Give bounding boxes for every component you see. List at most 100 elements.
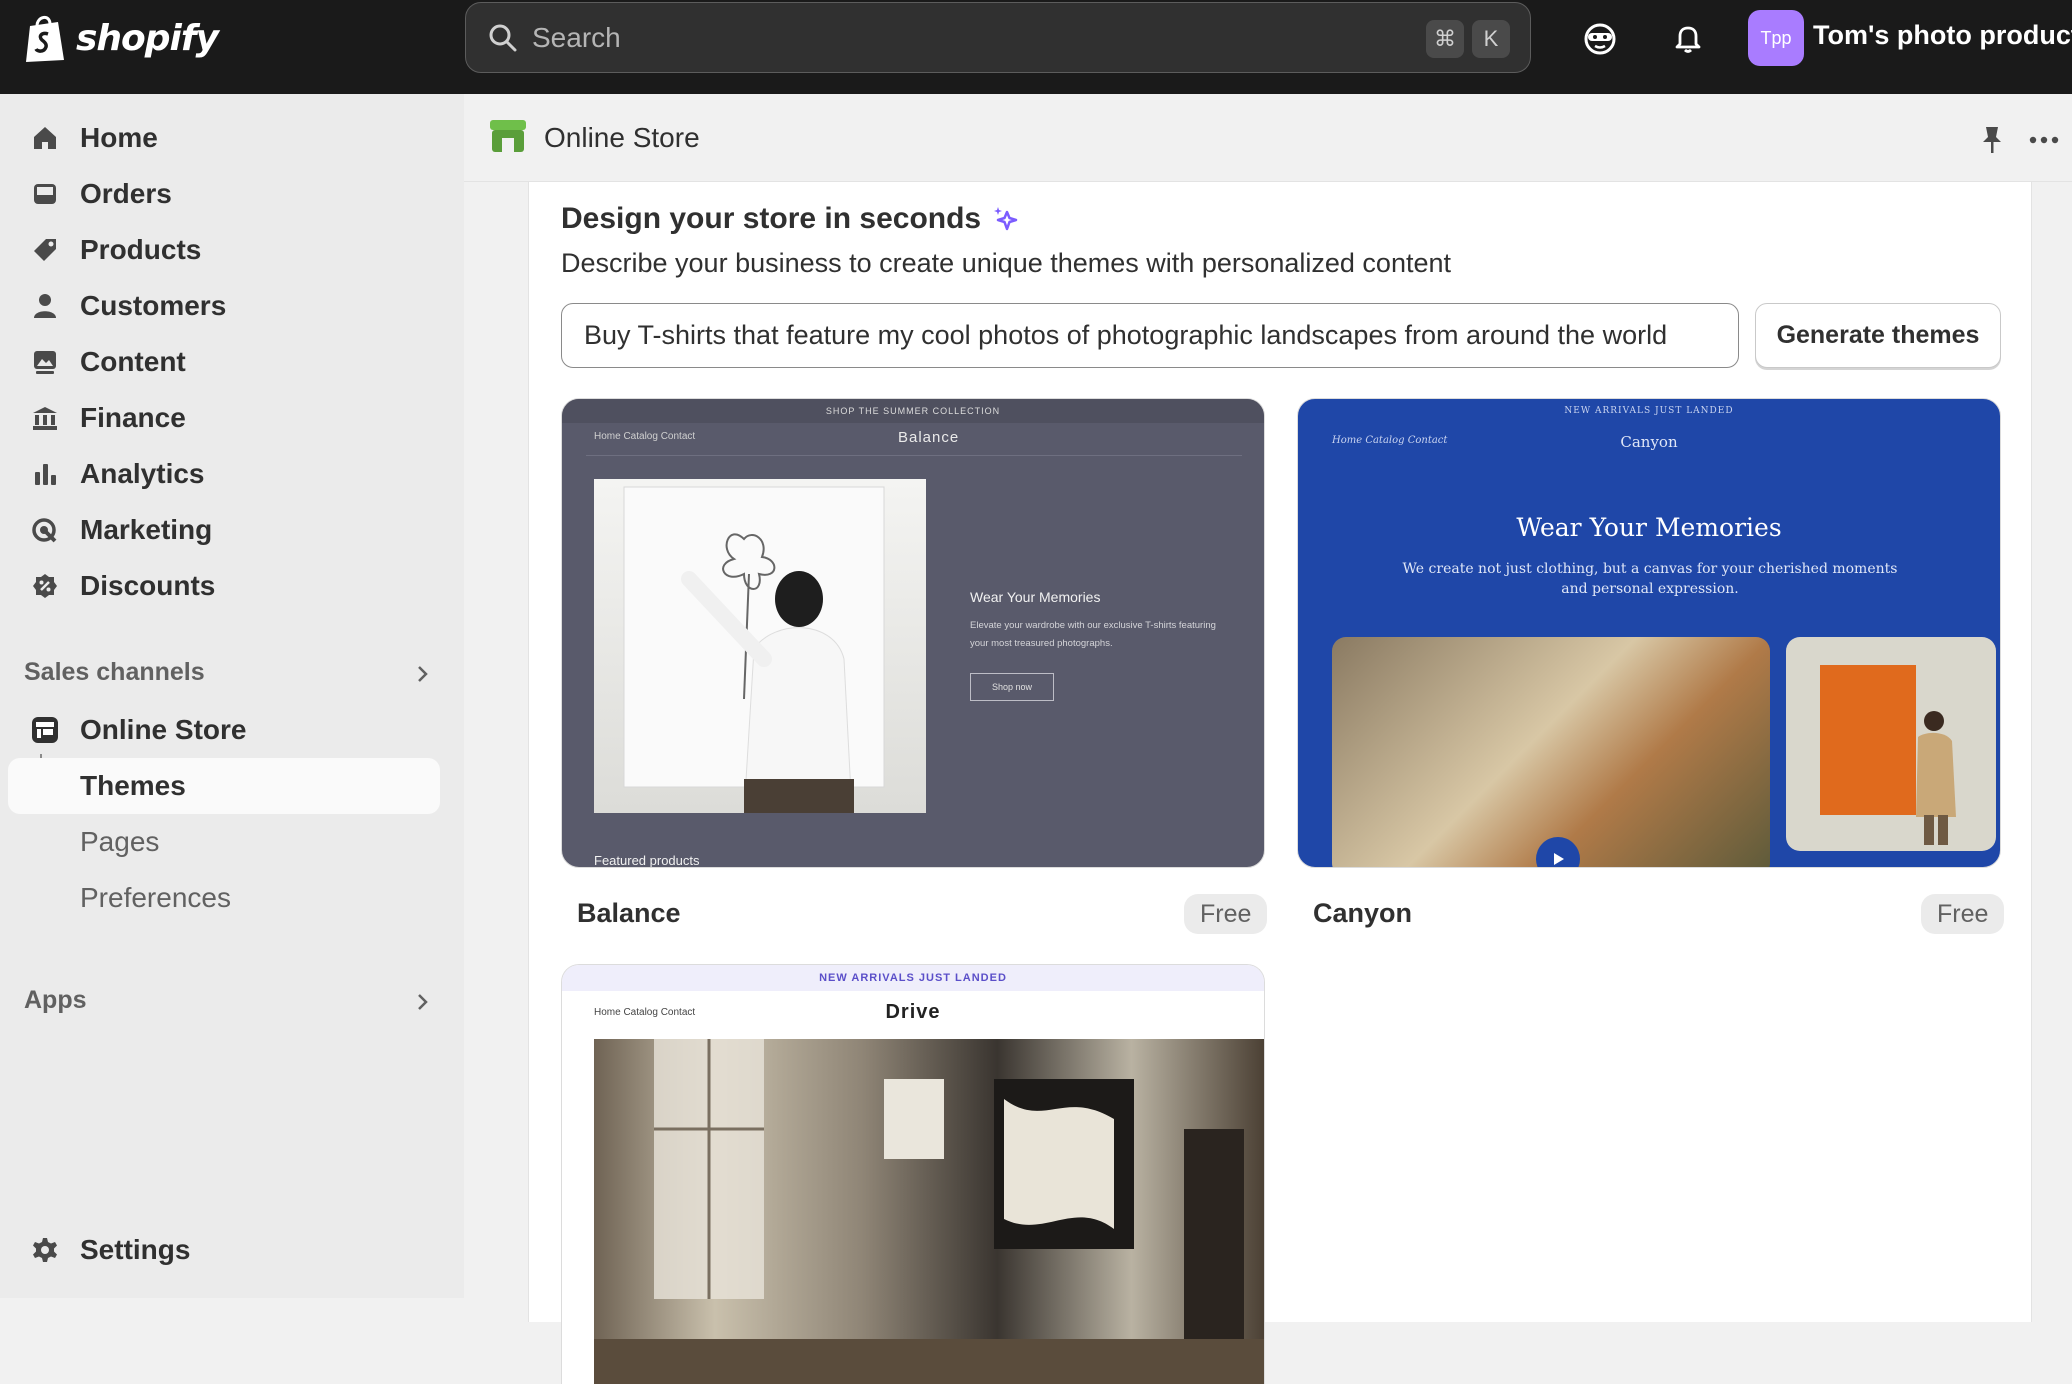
sidebar-item-orders[interactable]: Orders <box>8 166 440 222</box>
design-title: Design your store in seconds <box>561 202 1021 236</box>
theme-name-balance[interactable]: Balance <box>577 898 681 929</box>
sparkle-icon <box>994 207 1018 231</box>
design-description: Describe your business to create unique … <box>561 248 1451 278</box>
design-store-card: Design your store in seconds Describe yo… <box>528 182 2032 1384</box>
sidebar-item-marketing[interactable]: Marketing <box>8 502 440 558</box>
sidebar: Home Orders Products Customers Content F… <box>0 94 464 1298</box>
sidebar-item-label: Home <box>80 122 158 153</box>
theme-preview-drive[interactable]: NEW ARRIVALS JUST LANDED Home Catalog Co… <box>561 964 1265 1384</box>
tag-icon <box>30 235 60 265</box>
shopify-logo[interactable]: shopify <box>22 12 219 64</box>
preview-divider <box>586 455 1242 456</box>
online-store-icon <box>490 120 526 152</box>
preview-announcement: NEW ARRIVALS JUST LANDED <box>562 965 1264 991</box>
sidebar-item-label: Customers <box>80 290 227 321</box>
sidebar-item-label: Themes <box>80 770 186 801</box>
sidekick-button[interactable] <box>1580 18 1620 58</box>
sidebar-item-pages[interactable]: Pages <box>8 814 440 870</box>
preview-brand: Drive <box>885 1001 941 1023</box>
sidebar-item-label: Finance <box>80 402 186 433</box>
sidebar-item-label: Content <box>80 346 186 377</box>
preview-hero-photo <box>594 479 926 814</box>
play-icon <box>1554 853 1564 865</box>
sidebar-item-label: Analytics <box>80 458 205 489</box>
target-icon <box>30 515 60 545</box>
preview-room-photo <box>594 1039 1264 1384</box>
top-bar: shopify Search ⌘ K Tpp Tom's photo produ… <box>0 0 2072 94</box>
sidebar-item-customers[interactable]: Customers <box>8 278 440 334</box>
sidebar-item-label: Online Store <box>80 714 247 745</box>
sidebar-item-settings[interactable]: Settings <box>8 1222 440 1278</box>
generate-themes-button[interactable]: Generate themes <box>1755 303 2001 368</box>
store-icon <box>30 715 60 745</box>
sidebar-item-label: Settings <box>80 1234 191 1265</box>
design-title-text: Design your store in seconds <box>561 202 982 235</box>
sidebar-item-label: Orders <box>80 178 172 209</box>
sidebar-item-label: Products <box>80 234 202 265</box>
search-placeholder: Search <box>532 21 621 53</box>
person-figure <box>1916 711 1956 845</box>
preview-shop-button: Shop now <box>970 673 1054 701</box>
search-icon <box>489 24 517 51</box>
sidebar-item-finance[interactable]: Finance <box>8 390 440 446</box>
store-name[interactable]: Tom's photo products <box>1813 20 2072 51</box>
price-badge-canyon: Free <box>1921 894 2005 934</box>
chevron-right-icon[interactable] <box>410 990 434 1014</box>
command-key-hint: ⌘ <box>1426 20 1464 58</box>
sidebar-item-products[interactable]: Products <box>8 222 440 278</box>
theme-preview-canyon[interactable]: NEW ARRIVALS JUST LANDED Home Catalog Co… <box>1297 398 2001 868</box>
chevron-right-icon[interactable] <box>410 662 434 686</box>
price-badge-balance: Free <box>1184 894 1268 934</box>
preview-nav: Home Catalog Contact <box>594 431 696 442</box>
preview-heading: Wear Your Memories <box>1516 513 1782 542</box>
sidebar-item-label: Pages <box>80 826 160 857</box>
business-description-input[interactable]: Buy T-shirts that feature my cool photos… <box>561 303 1739 368</box>
woman-drawing-illustration <box>623 486 885 814</box>
sidebar-item-analytics[interactable]: Analytics <box>8 446 440 502</box>
preview-announcement: NEW ARRIVALS JUST LANDED <box>1564 406 1734 416</box>
more-actions-button[interactable] <box>2024 120 2064 160</box>
theme-preview-balance[interactable]: SHOP THE SUMMER COLLECTION Home Catalog … <box>561 398 1265 868</box>
page-title: Online Store <box>544 122 700 153</box>
pin-icon <box>1983 127 2001 153</box>
discount-icon <box>30 571 60 601</box>
preview-heading: Wear Your Memories <box>970 589 1101 605</box>
preview-body: Elevate your wardrobe with our exclusive… <box>970 620 1216 649</box>
sidebar-item-themes[interactable]: Themes <box>8 758 440 814</box>
search-bar[interactable]: Search ⌘ K <box>465 2 1531 73</box>
page-header: Online Store <box>464 94 2072 182</box>
sidebar-item-home[interactable]: Home <box>8 110 440 166</box>
sidebar-item-preferences[interactable]: Preferences <box>8 870 440 926</box>
preview-brand: Canyon <box>1620 433 1678 451</box>
sales-channels-heading[interactable]: Sales channels <box>24 658 205 687</box>
home-icon <box>30 123 60 153</box>
apps-heading[interactable]: Apps <box>24 986 87 1015</box>
logo-wordmark: shopify <box>76 17 219 59</box>
orange-painting <box>1820 665 1916 815</box>
living-room-illustration <box>594 1039 1264 1384</box>
sidekick-face-icon <box>1584 23 1616 55</box>
k-key-hint: K <box>1472 20 1510 58</box>
theme-name-canyon[interactable]: Canyon <box>1313 898 1412 929</box>
sidebar-item-online-store[interactable]: Online Store <box>8 702 440 758</box>
sidebar-item-discounts[interactable]: Discounts <box>8 558 440 614</box>
bell-icon <box>1675 26 1701 53</box>
preview-announcement: SHOP THE SUMMER COLLECTION <box>562 399 1264 423</box>
bar-chart-icon <box>30 459 60 489</box>
gear-icon <box>30 1235 60 1265</box>
store-avatar[interactable]: Tpp <box>1748 10 1804 66</box>
sidebar-item-label: Marketing <box>80 514 213 545</box>
image-icon <box>30 347 60 377</box>
bank-icon <box>30 403 60 433</box>
pin-button[interactable] <box>1972 120 2012 160</box>
sidebar-item-label: Discounts <box>80 570 216 601</box>
inbox-icon <box>30 179 60 209</box>
preview-body: We create not just clothing, but a canva… <box>1402 561 1898 597</box>
sidebar-item-content[interactable]: Content <box>8 334 440 390</box>
sidebar-item-label: Preferences <box>80 882 231 913</box>
ellipsis-icon <box>2029 136 2059 144</box>
preview-interior-photo <box>1332 637 1770 867</box>
preview-brand: Balance <box>898 429 960 446</box>
notifications-button[interactable] <box>1668 18 1708 58</box>
shopify-bag-icon <box>26 16 64 62</box>
